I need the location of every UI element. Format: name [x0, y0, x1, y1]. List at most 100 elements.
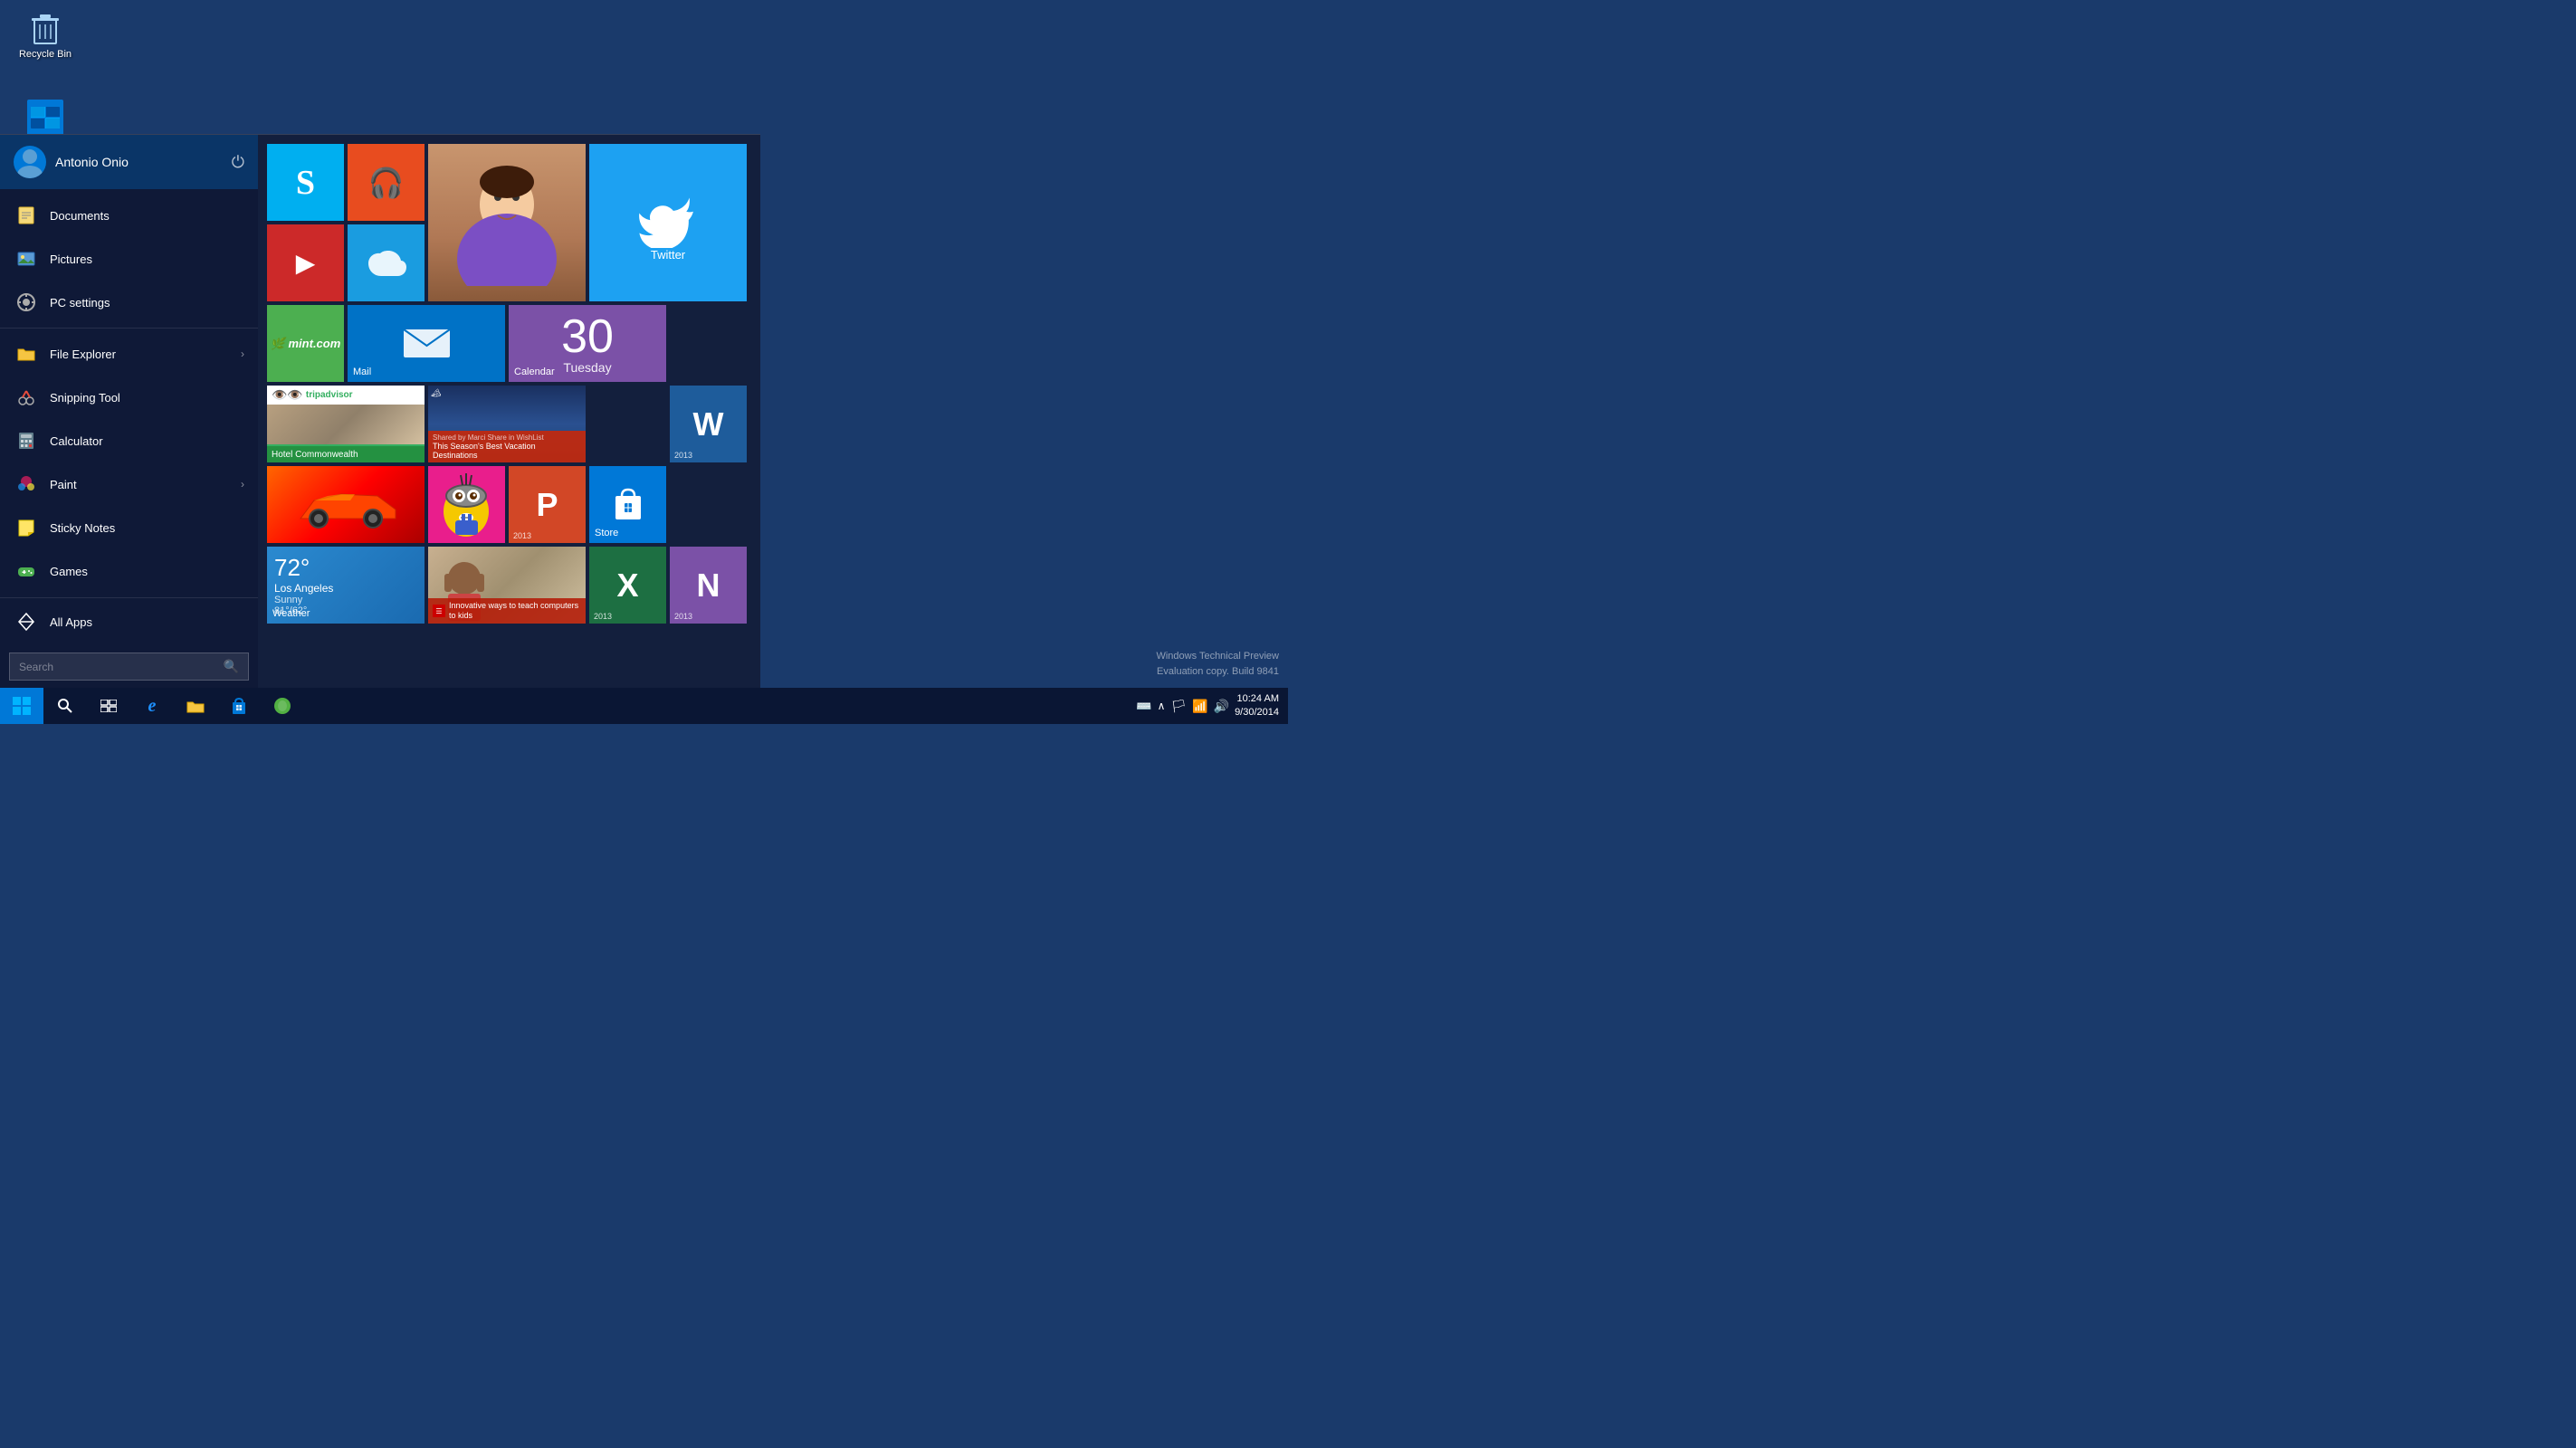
tile-store[interactable]: Store	[589, 466, 666, 543]
tile-music[interactable]: 🎧	[348, 144, 425, 221]
twitter-label: Twitter	[651, 248, 685, 262]
menu-separator-1	[0, 328, 258, 329]
menu-item-file-explorer[interactable]: File Explorer ›	[0, 332, 258, 376]
taskbar-file-explorer-button[interactable]	[174, 688, 217, 724]
paint-icon	[14, 472, 39, 497]
menu-item-paint[interactable]: Paint ›	[0, 462, 258, 506]
volume-icon[interactable]: 🔊	[1214, 699, 1229, 714]
taskbar: e	[0, 688, 1288, 724]
tile-skype[interactable]: S	[267, 144, 344, 221]
taskbar-time: 10:24 AM	[1235, 692, 1279, 706]
paint-label: Paint	[50, 478, 77, 491]
calculator-label: Calculator	[50, 434, 103, 448]
watermark-line1: Windows Technical Preview	[1156, 649, 1279, 664]
tile-onedrive[interactable]	[348, 224, 425, 301]
tile-mail[interactable]: Mail	[348, 305, 505, 382]
weather-temp: 72°	[274, 554, 417, 582]
welcome-image	[27, 100, 63, 136]
menu-items-list: Documents Pictures	[0, 189, 258, 597]
recycle-bin-icon[interactable]: Recycle Bin	[9, 9, 81, 60]
tile-mint[interactable]: 🌿 mint.com	[267, 305, 344, 382]
tile-people[interactable]	[428, 144, 586, 301]
watermark: Windows Technical Preview Evaluation cop…	[1156, 649, 1279, 679]
taskbar-date: 9/30/2014	[1235, 706, 1279, 719]
documents-label: Documents	[50, 209, 110, 223]
system-tray: ⌨️ ∧ 🏳 📶 🔊	[1136, 699, 1229, 714]
file-explorer-arrow: ›	[241, 348, 244, 360]
calendar-label: Calendar	[514, 367, 555, 377]
menu-item-snipping-tool[interactable]: Snipping Tool	[0, 376, 258, 419]
menu-item-pc-settings[interactable]: PC settings	[0, 281, 258, 324]
tile-video[interactable]: ▶	[267, 224, 344, 301]
tile-excel[interactable]: X 2013	[589, 547, 666, 624]
watermark-line2: Evaluation copy. Build 9841	[1156, 664, 1279, 680]
tile-calendar[interactable]: 30 Tuesday Calendar	[509, 305, 666, 382]
search-bar[interactable]: 🔍	[9, 653, 249, 681]
taskbar-left: e	[0, 688, 304, 724]
taskbar-search-button[interactable]	[43, 688, 87, 724]
taskbar-clock[interactable]: 10:24 AM 9/30/2014	[1235, 692, 1279, 720]
user-name: Antonio Onio	[55, 155, 129, 169]
sticky-notes-label: Sticky Notes	[50, 521, 115, 535]
news-headline: This Season's Best Vacation Destinations	[433, 442, 581, 460]
menu-item-sticky-notes[interactable]: Sticky Notes	[0, 506, 258, 549]
menu-item-pictures[interactable]: Pictures	[0, 237, 258, 281]
recycle-bin-label: Recycle Bin	[19, 49, 72, 60]
desktop: Recycle Bin Welcome to Tech Preview	[0, 0, 1288, 724]
keyboard-icon[interactable]: ⌨️	[1136, 699, 1151, 714]
tile-news2[interactable]: ☰ Innovative ways to teach computers to …	[428, 547, 586, 624]
all-apps-icon	[14, 609, 39, 634]
start-button[interactable]	[0, 688, 43, 724]
snipping-tool-label: Snipping Tool	[50, 391, 120, 405]
tile-powerpoint[interactable]: P 2013	[509, 466, 586, 543]
search-icon: 🔍	[224, 659, 239, 674]
paint-arrow: ›	[241, 478, 244, 491]
internet-explorer-button[interactable]: e	[130, 688, 174, 724]
user-avatar	[14, 146, 46, 178]
games-icon	[14, 558, 39, 584]
recycle-bin-image	[27, 9, 63, 45]
pictures-label: Pictures	[50, 252, 92, 266]
pictures-icon	[14, 246, 39, 272]
snipping-tool-icon	[14, 385, 39, 410]
tile-word[interactable]: W 2013	[670, 386, 747, 462]
weather-city: Los Angeles	[274, 582, 417, 595]
news2-headline: Innovative ways to teach computers to ki…	[449, 601, 581, 621]
weather-desc: Sunny	[274, 595, 417, 605]
tile-onenote[interactable]: N 2013	[670, 547, 747, 624]
mail-label: Mail	[353, 367, 371, 377]
power-button[interactable]: ⏻	[232, 153, 244, 172]
taskbar-xbox-button[interactable]	[261, 688, 304, 724]
search-input[interactable]	[19, 661, 224, 673]
all-apps-button[interactable]: All Apps	[0, 597, 258, 645]
all-apps-label: All Apps	[50, 615, 92, 629]
tile-news[interactable]: 🏔 Shared by Marci Share in WishList This…	[428, 386, 586, 462]
store-label: Store	[595, 528, 618, 538]
pc-settings-icon	[14, 290, 39, 315]
tile-weather[interactable]: 72° Los Angeles Sunny 81°/62° Weather	[267, 547, 425, 624]
start-menu: Antonio Onio ⏻ Documents	[0, 134, 760, 688]
show-hidden-icons-button[interactable]: ∧	[1158, 700, 1166, 712]
calendar-day: Tuesday	[563, 360, 611, 375]
task-view-button[interactable]	[87, 688, 130, 724]
user-header[interactable]: Antonio Onio ⏻	[0, 135, 258, 189]
taskbar-store-button[interactable]	[217, 688, 261, 724]
tile-twitter[interactable]: Twitter	[589, 144, 747, 301]
menu-item-calculator[interactable]: Calculator	[0, 419, 258, 462]
calculator-icon	[14, 428, 39, 453]
menu-item-documents[interactable]: Documents	[0, 194, 258, 237]
tiles-panel: S 🎧	[258, 135, 760, 688]
tile-lamborghini[interactable]	[267, 466, 425, 543]
start-menu-left-panel: Antonio Onio ⏻ Documents	[0, 135, 258, 688]
file-explorer-label: File Explorer	[50, 348, 116, 361]
games-label: Games	[50, 565, 88, 578]
documents-icon	[14, 203, 39, 228]
file-explorer-icon	[14, 341, 39, 367]
weather-label: Weather	[272, 608, 310, 619]
action-center-icon[interactable]: 🏳	[1170, 699, 1187, 714]
tile-minion[interactable]	[428, 466, 505, 543]
menu-item-games[interactable]: Games	[0, 549, 258, 593]
network-icon[interactable]: 📶	[1192, 699, 1207, 714]
calendar-date: 30	[561, 313, 614, 360]
tile-tripadvisor[interactable]: 👁️👁️ tripadvisor Hotel Commonwealth	[267, 386, 425, 462]
